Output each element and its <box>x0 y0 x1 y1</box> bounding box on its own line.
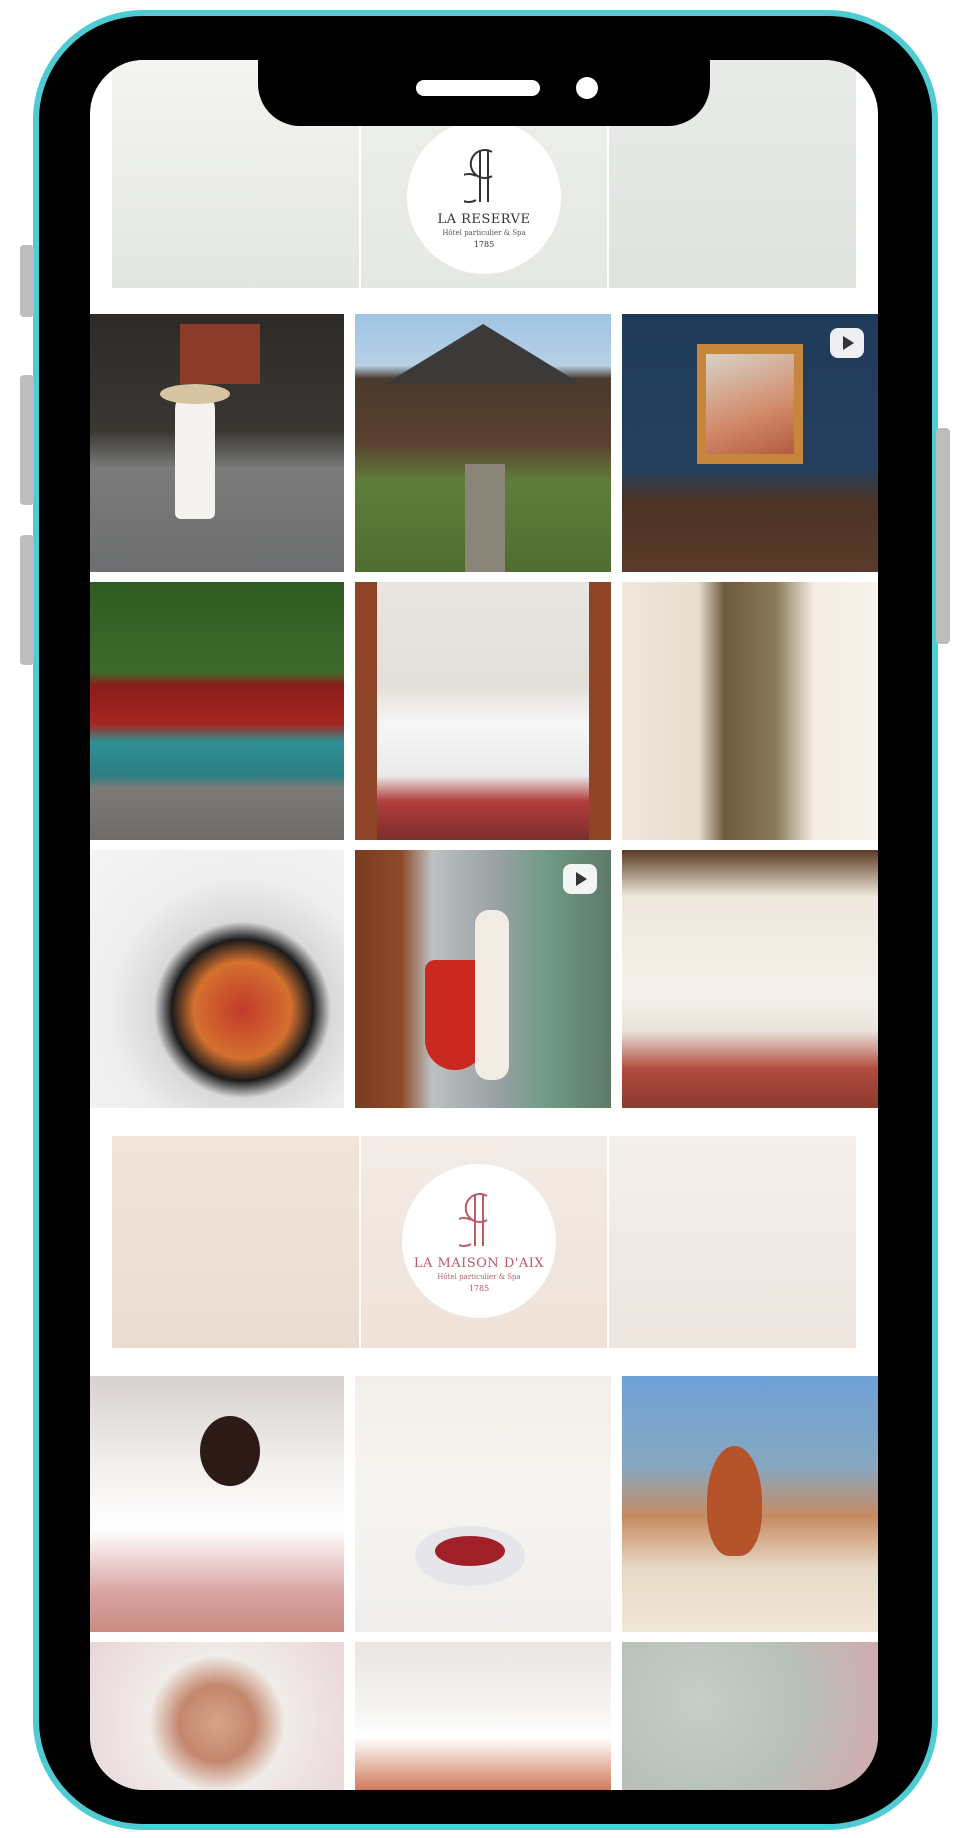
post-tile-bedroom-white-canopy[interactable] <box>622 850 878 1108</box>
post-tile-pool-daybeds[interactable] <box>90 582 344 840</box>
side-button-mute <box>20 245 34 317</box>
post-tile-woman-window[interactable] <box>622 1376 878 1632</box>
banner-pane <box>112 1136 359 1348</box>
post-tile-bath-woman[interactable] <box>355 1642 611 1790</box>
brand-year: 1785 <box>473 239 495 249</box>
side-button-power <box>936 428 950 644</box>
reel-icon <box>830 328 864 358</box>
brand-banner-la-maison-daix[interactable]: LA MAISON D'AIX Hôtel particulier & Spa … <box>112 1136 856 1348</box>
phone-notch <box>258 60 710 126</box>
post-tile-rose-petal-bath[interactable] <box>622 1642 878 1790</box>
post-tile-bedroom-canopy[interactable] <box>355 582 611 840</box>
side-button-volume-down <box>20 535 34 665</box>
monogram-icon <box>448 1190 499 1250</box>
post-tile-woman-curtains[interactable] <box>622 582 878 840</box>
post-tile-painting-lounge[interactable] <box>622 314 878 572</box>
post-tile-balcony-woman[interactable] <box>355 850 611 1108</box>
monogram-icon <box>453 146 504 206</box>
reel-icon <box>563 864 597 894</box>
feed-screen[interactable]: LA RESERVE Hôtel particulier & Spa 1785 <box>90 60 878 1790</box>
brand-tagline: Hôtel particulier & Spa <box>442 228 526 237</box>
speaker-icon <box>416 80 540 96</box>
post-tile-eggs-breakfast[interactable] <box>90 850 344 1108</box>
brand-tagline: Hôtel particulier & Spa <box>437 1272 521 1281</box>
brand-logo: LA RESERVE Hôtel particulier & Spa 1785 <box>407 120 561 274</box>
post-tile-smiling-woman-petals[interactable] <box>90 1642 344 1790</box>
brand-logo: LA MAISON D'AIX Hôtel particulier & Spa … <box>402 1164 556 1318</box>
post-tile-bed-berries[interactable] <box>355 1376 611 1632</box>
camera-icon <box>576 77 598 99</box>
post-tile-woman-on-steps[interactable] <box>90 314 344 572</box>
brand-name: LA MAISON D'AIX <box>413 1255 545 1271</box>
side-button-volume-up <box>20 375 34 505</box>
brand-year: 1785 <box>468 1283 490 1293</box>
post-tile-pavilion-garden[interactable] <box>355 314 611 572</box>
banner-pane <box>607 1136 856 1348</box>
post-tile-bath-wine[interactable] <box>90 1376 344 1632</box>
brand-name: LA RESERVE <box>437 211 531 227</box>
